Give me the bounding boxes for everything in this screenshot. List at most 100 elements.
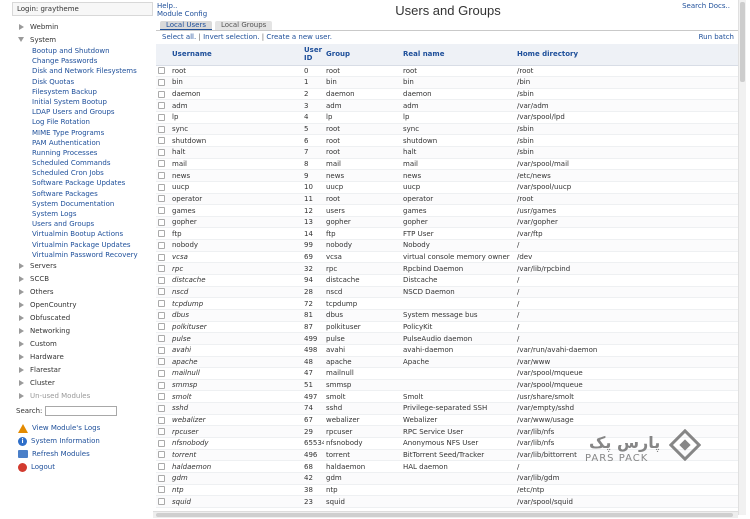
invert-selection-link[interactable]: Invert selection. bbox=[203, 33, 260, 41]
sidebar-item-module[interactable]: Change Passwords bbox=[16, 56, 153, 66]
username-link[interactable]: rpcuser bbox=[168, 425, 302, 438]
row-checkbox[interactable] bbox=[156, 216, 168, 229]
checkbox[interactable] bbox=[158, 113, 165, 121]
row-checkbox[interactable] bbox=[156, 344, 168, 357]
tab-local-users[interactable]: Local Users bbox=[160, 21, 212, 30]
row-checkbox[interactable] bbox=[156, 402, 168, 415]
checkbox[interactable] bbox=[158, 207, 165, 214]
username-link[interactable]: root bbox=[168, 65, 302, 78]
sidebar-item-module[interactable]: System Logs bbox=[16, 209, 153, 219]
username-link[interactable]: gdm bbox=[168, 472, 302, 485]
row-checkbox[interactable] bbox=[156, 65, 168, 78]
category-hardware[interactable]: Hardware bbox=[16, 351, 153, 364]
sidebar-item-module[interactable]: PAM Authentication bbox=[16, 138, 153, 148]
row-checkbox[interactable] bbox=[156, 123, 168, 136]
checkbox[interactable] bbox=[158, 335, 165, 343]
row-checkbox[interactable] bbox=[156, 460, 168, 473]
username-link[interactable]: webalizer bbox=[168, 414, 302, 427]
row-checkbox[interactable] bbox=[156, 239, 168, 252]
row-checkbox[interactable] bbox=[156, 169, 168, 182]
header-realname[interactable]: Real name bbox=[401, 44, 515, 66]
username-link[interactable]: vcsa bbox=[168, 251, 302, 264]
row-checkbox[interactable] bbox=[156, 158, 168, 171]
category-others[interactable]: Others bbox=[16, 286, 153, 299]
username-link[interactable]: tcpdump bbox=[168, 297, 302, 310]
row-checkbox[interactable] bbox=[156, 425, 168, 438]
sidebar-item-module[interactable]: Disk and Network Filesystems bbox=[16, 66, 153, 76]
checkbox[interactable] bbox=[158, 125, 165, 133]
checkbox[interactable] bbox=[158, 172, 165, 180]
checkbox[interactable] bbox=[158, 276, 165, 284]
username-link[interactable]: sshd bbox=[168, 402, 302, 415]
row-checkbox[interactable] bbox=[156, 146, 168, 159]
row-checkbox[interactable] bbox=[156, 321, 168, 334]
row-checkbox[interactable] bbox=[156, 286, 168, 299]
username-link[interactable]: mail bbox=[168, 158, 302, 171]
username-link[interactable]: dbus bbox=[168, 309, 302, 322]
view-logs-link[interactable]: View Module's Logs bbox=[18, 422, 153, 435]
sidebar-item-module[interactable]: Filesystem Backup bbox=[16, 87, 153, 97]
checkbox[interactable] bbox=[158, 90, 165, 98]
row-checkbox[interactable] bbox=[156, 390, 168, 404]
checkbox[interactable] bbox=[158, 253, 165, 261]
system-info-link[interactable]: i System Information bbox=[18, 435, 153, 448]
category-flarestar[interactable]: Flarestar bbox=[16, 364, 153, 377]
username-link[interactable]: apache bbox=[168, 356, 302, 369]
username-link[interactable]: smolt bbox=[168, 390, 302, 404]
checkbox[interactable] bbox=[158, 498, 165, 506]
run-batch-link[interactable]: Run batch bbox=[699, 33, 734, 41]
row-checkbox[interactable] bbox=[156, 414, 168, 427]
username-link[interactable]: bin bbox=[168, 76, 302, 89]
checkbox[interactable] bbox=[158, 241, 165, 249]
checkbox[interactable] bbox=[158, 404, 165, 412]
checkbox[interactable] bbox=[158, 148, 165, 156]
row-checkbox[interactable] bbox=[156, 495, 168, 508]
category-obfuscated[interactable]: Obfuscated bbox=[16, 312, 153, 325]
category-servers[interactable]: Servers bbox=[16, 260, 153, 273]
username-link[interactable]: halt bbox=[168, 146, 302, 159]
checkbox[interactable] bbox=[158, 393, 165, 401]
scroll-thumb[interactable] bbox=[740, 2, 745, 82]
username-link[interactable]: gopher bbox=[168, 216, 302, 229]
category-opencountry[interactable]: OpenCountry bbox=[16, 299, 153, 312]
search-docs-link[interactable]: Search Docs.. bbox=[682, 2, 730, 10]
row-checkbox[interactable] bbox=[156, 274, 168, 287]
row-checkbox[interactable] bbox=[156, 193, 168, 206]
row-checkbox[interactable] bbox=[156, 356, 168, 369]
username-link[interactable]: distcache bbox=[168, 274, 302, 287]
checkbox[interactable] bbox=[158, 358, 165, 366]
username-link[interactable]: shutdown bbox=[168, 134, 302, 147]
checkbox[interactable] bbox=[158, 67, 165, 75]
checkbox[interactable] bbox=[158, 218, 165, 226]
category-custom[interactable]: Custom bbox=[16, 338, 153, 351]
scroll-thumb[interactable] bbox=[156, 513, 733, 517]
username-link[interactable]: adm bbox=[168, 99, 302, 113]
row-checkbox[interactable] bbox=[156, 204, 168, 217]
username-link[interactable]: lp bbox=[168, 111, 302, 124]
username-link[interactable]: haldaemon bbox=[168, 460, 302, 473]
username-link[interactable]: mailnull bbox=[168, 367, 302, 380]
username-link[interactable]: sync bbox=[168, 123, 302, 136]
row-checkbox[interactable] bbox=[156, 472, 168, 485]
row-checkbox[interactable] bbox=[156, 437, 168, 450]
header-username[interactable]: Username bbox=[168, 44, 302, 66]
username-link[interactable]: operator bbox=[168, 193, 302, 206]
refresh-modules-link[interactable]: Refresh Modules bbox=[18, 448, 153, 461]
vertical-scrollbar[interactable] bbox=[738, 0, 746, 515]
sidebar-item-module[interactable]: Log File Rotation bbox=[16, 117, 153, 127]
checkbox[interactable] bbox=[158, 230, 165, 238]
username-link[interactable]: nobody bbox=[168, 239, 302, 252]
checkbox[interactable] bbox=[158, 463, 165, 471]
checkbox[interactable] bbox=[158, 474, 165, 482]
row-checkbox[interactable] bbox=[156, 88, 168, 101]
checkbox[interactable] bbox=[158, 160, 165, 168]
row-checkbox[interactable] bbox=[156, 379, 168, 392]
sidebar-item-module[interactable]: Running Processes bbox=[16, 148, 153, 158]
username-link[interactable]: avahi bbox=[168, 344, 302, 357]
sidebar-item-module[interactable]: Users and Groups bbox=[16, 219, 153, 229]
row-checkbox[interactable] bbox=[156, 332, 168, 345]
checkbox[interactable] bbox=[158, 486, 165, 494]
row-checkbox[interactable] bbox=[156, 309, 168, 322]
category-cluster[interactable]: Cluster bbox=[16, 377, 153, 390]
row-checkbox[interactable] bbox=[156, 262, 168, 276]
